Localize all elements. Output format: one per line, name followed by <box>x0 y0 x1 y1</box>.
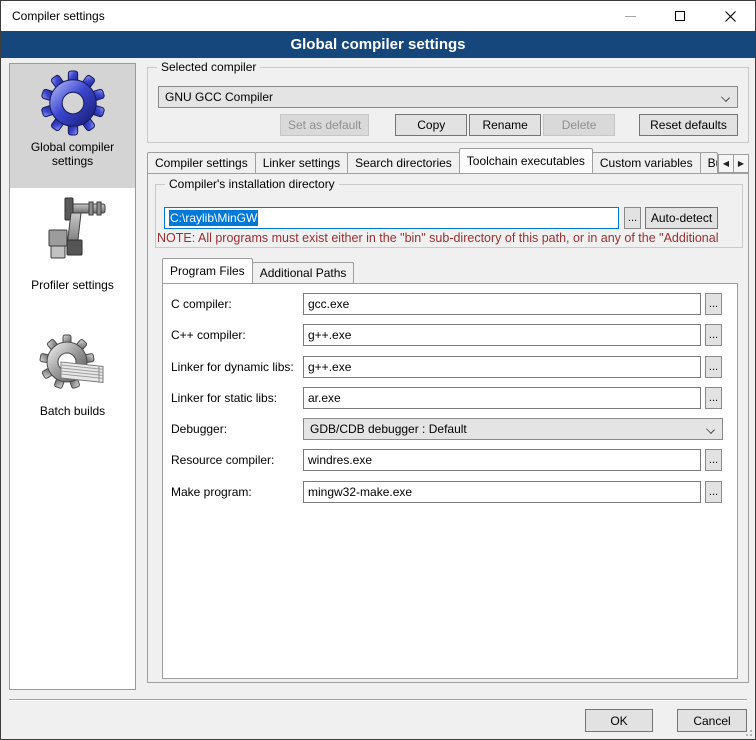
compiler-select[interactable]: GNU GCC Compiler <box>158 86 738 108</box>
tab-scroll-right-button[interactable]: ▶ <box>733 154 749 173</box>
installation-directory-input[interactable]: C:\raylib\MinGW <box>164 207 619 229</box>
window-title: Compiler settings <box>1 9 105 23</box>
resource-compiler-label: Resource compiler: <box>171 453 274 467</box>
maximize-button[interactable] <box>655 1 705 31</box>
sidebar-item-batch-builds[interactable]: Batch builds <box>10 326 135 426</box>
make-program-browse-button[interactable]: ... <box>705 481 722 503</box>
reset-defaults-button[interactable]: Reset defaults <box>639 114 738 136</box>
compiler-select-value: GNU GCC Compiler <box>165 90 273 104</box>
close-icon <box>725 11 736 22</box>
chevron-down-icon <box>706 425 715 434</box>
program-files-tabstrip: Program Files Additional Paths <box>162 258 353 283</box>
minimize-button[interactable] <box>605 1 655 31</box>
minimize-icon <box>625 16 636 17</box>
tab-scroll-left-button[interactable]: ◀ <box>718 154 734 173</box>
static-linker-label: Linker for static libs: <box>171 391 277 405</box>
cancel-button[interactable]: Cancel <box>677 709 747 732</box>
dynamic-linker-browse-button[interactable]: ... <box>705 356 722 378</box>
sidebar-item-profiler-settings[interactable]: Profiler settings <box>10 188 135 300</box>
c-compiler-label: C compiler: <box>171 297 232 311</box>
cpp-compiler-input[interactable]: g++.exe <box>303 324 701 346</box>
cpp-compiler-browse-button[interactable]: ... <box>705 324 722 346</box>
titlebar: Compiler settings <box>1 1 755 31</box>
toolchain-executables-page: Compiler's installation directory C:\ray… <box>147 173 749 683</box>
tab-toolchain-executables[interactable]: Toolchain executables <box>459 148 593 173</box>
arrow-right-icon: ▶ <box>738 159 744 168</box>
static-linker-browse-button[interactable]: ... <box>705 387 722 409</box>
copy-button[interactable]: Copy <box>395 114 467 136</box>
settings-category-list: Global compiler settings Profiler settin… <box>9 63 136 690</box>
dialog-header: Global compiler settings <box>1 31 755 58</box>
dynamic-linker-input[interactable]: g++.exe <box>303 356 701 378</box>
note-text: NOTE: All programs must exist either in … <box>157 231 722 245</box>
tab-additional-paths[interactable]: Additional Paths <box>252 262 355 283</box>
resize-grip[interactable] <box>742 726 752 736</box>
installation-directory-browse-button[interactable]: ... <box>624 207 641 229</box>
sidebar-item-label: Global compiler settings <box>10 136 135 176</box>
resource-compiler-input[interactable]: windres.exe <box>303 449 701 471</box>
tab-linker-settings[interactable]: Linker settings <box>255 152 348 173</box>
footer-divider <box>9 699 747 701</box>
debugger-label: Debugger: <box>171 422 227 436</box>
tab-custom-variables[interactable]: Custom variables <box>592 152 701 173</box>
resource-compiler-browse-button[interactable]: ... <box>705 449 722 471</box>
program-files-page: C compiler: gcc.exe ... C++ compiler: g+… <box>162 283 738 679</box>
make-program-input[interactable]: mingw32-make.exe <box>303 481 701 503</box>
delete-button[interactable]: Delete <box>543 114 615 136</box>
dynamic-linker-label: Linker for dynamic libs: <box>171 360 294 374</box>
main-tabstrip: Compiler settings Linker settings Search… <box>147 148 749 173</box>
selected-compiler-group: Selected compiler GNU GCC Compiler Set a… <box>147 67 749 143</box>
set-as-default-button[interactable]: Set as default <box>280 114 369 136</box>
dialog-header-title: Global compiler settings <box>290 36 465 53</box>
installation-directory-value: C:\raylib\MinGW <box>169 210 258 226</box>
tab-search-directories[interactable]: Search directories <box>347 152 460 173</box>
blue-gear-icon <box>40 70 106 136</box>
sidebar-item-global-compiler-settings[interactable]: Global compiler settings <box>10 64 135 188</box>
make-program-label: Make program: <box>171 485 252 499</box>
arrow-left-icon: ◀ <box>723 159 729 168</box>
auto-detect-button[interactable]: Auto-detect <box>645 207 718 229</box>
chevron-down-icon <box>721 93 730 102</box>
selected-compiler-group-label: Selected compiler <box>157 60 260 74</box>
caliper-icon <box>37 196 109 274</box>
ok-button[interactable]: OK <box>585 709 653 732</box>
c-compiler-browse-button[interactable]: ... <box>705 293 722 315</box>
c-compiler-input[interactable]: gcc.exe <box>303 293 701 315</box>
tab-compiler-settings[interactable]: Compiler settings <box>147 152 256 173</box>
gear-stack-icon <box>39 332 107 400</box>
sidebar-item-label: Batch builds <box>38 400 107 426</box>
rename-button[interactable]: Rename <box>469 114 541 136</box>
cpp-compiler-label: C++ compiler: <box>171 328 246 342</box>
sidebar-item-label: Profiler settings <box>29 274 116 300</box>
maximize-icon <box>675 11 685 21</box>
tab-build-options[interactable]: Builc <box>700 152 718 173</box>
installation-directory-group-label: Compiler's installation directory <box>165 177 339 191</box>
close-button[interactable] <box>705 1 755 31</box>
tab-program-files[interactable]: Program Files <box>162 258 253 283</box>
debugger-select[interactable]: GDB/CDB debugger : Default <box>303 418 723 440</box>
static-linker-input[interactable]: ar.exe <box>303 387 701 409</box>
compiler-settings-dialog: Compiler settings Global compiler settin… <box>0 0 756 740</box>
